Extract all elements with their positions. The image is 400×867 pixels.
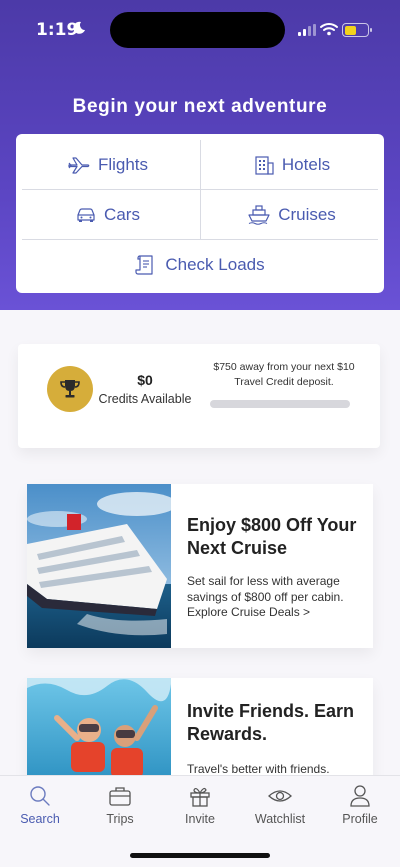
cruise-promo-card[interactable]: Enjoy $800 Off Your Next Cruise Set sail… (27, 484, 373, 648)
trophy-icon (60, 380, 80, 398)
promo-description: Set sail for less with average savings o… (187, 574, 344, 604)
promo-title: Enjoy $800 Off Your Next Cruise (187, 515, 357, 558)
tab-profile[interactable]: Profile (320, 784, 400, 832)
hotels-label: Hotels (281, 155, 331, 174)
plane-icon (68, 157, 90, 174)
tab-trips[interactable]: Trips (80, 784, 160, 832)
signal-icon (298, 24, 316, 36)
snorkeling-image (27, 678, 171, 788)
explore-cruise-deals-link[interactable]: Explore Cruise Deals > (187, 605, 367, 621)
cruise-ship-image (27, 484, 171, 648)
credit-amount: $0 (137, 372, 153, 388)
tab-label: Watchlist (254, 812, 306, 826)
status-bar: 1:19 (0, 0, 400, 60)
hotels-option[interactable]: Hotels (200, 140, 384, 190)
moon-icon (73, 21, 85, 34)
battery-level (344, 25, 356, 35)
credits-card[interactable]: $0 Credits Available $750 away from your… (18, 344, 380, 448)
gift-icon (190, 787, 210, 807)
trophy-badge (47, 366, 93, 412)
battery-icon (342, 23, 372, 37)
flights-label: Flights (97, 155, 149, 174)
wifi-icon (320, 23, 338, 36)
tab-label: Trips (106, 812, 134, 826)
check-loads-option[interactable]: Check Loads (16, 240, 384, 290)
car-icon (77, 208, 95, 222)
dynamic-island (110, 12, 285, 48)
tab-watchlist[interactable]: Watchlist (240, 784, 320, 832)
cruises-label: Cruises (278, 205, 336, 224)
tab-label: Invite (185, 812, 215, 826)
hero-title: Begin your next adventure (72, 96, 328, 117)
promo-title: Invite Friends. Earn Rewards. (187, 701, 355, 744)
eye-icon (268, 790, 292, 802)
flights-option[interactable]: Flights (16, 140, 200, 190)
document-icon (135, 255, 153, 275)
promo-body: Set sail for less with average savings o… (187, 574, 367, 621)
check-loads-label: Check Loads (165, 255, 265, 274)
tab-invite[interactable]: Invite (160, 784, 240, 832)
credit-progress-note: $750 away from your next $10 Travel Cred… (213, 361, 355, 388)
cruises-option[interactable]: Cruises (200, 190, 384, 240)
cars-option[interactable]: Cars (16, 190, 200, 240)
tab-label: Profile (342, 812, 378, 826)
ship-icon (248, 205, 270, 225)
credit-progress-bar (210, 400, 350, 408)
building-icon (255, 156, 274, 175)
search-options-card: Flights Hotels Cars Cruises Check Loads (16, 134, 384, 293)
hero-header: 1:19 Begin your next adventure Flights H… (0, 0, 400, 310)
invite-promo-card[interactable]: Invite Friends. Earn Rewards. Travel's b… (27, 678, 373, 788)
tab-label: Search (20, 812, 60, 826)
search-icon (30, 786, 50, 806)
tab-search[interactable]: Search (0, 784, 80, 832)
cars-label: Cars (104, 205, 140, 224)
home-indicator (130, 853, 270, 858)
credit-label: Credits Available (98, 392, 192, 406)
briefcase-icon (109, 787, 131, 806)
person-icon (350, 785, 370, 807)
